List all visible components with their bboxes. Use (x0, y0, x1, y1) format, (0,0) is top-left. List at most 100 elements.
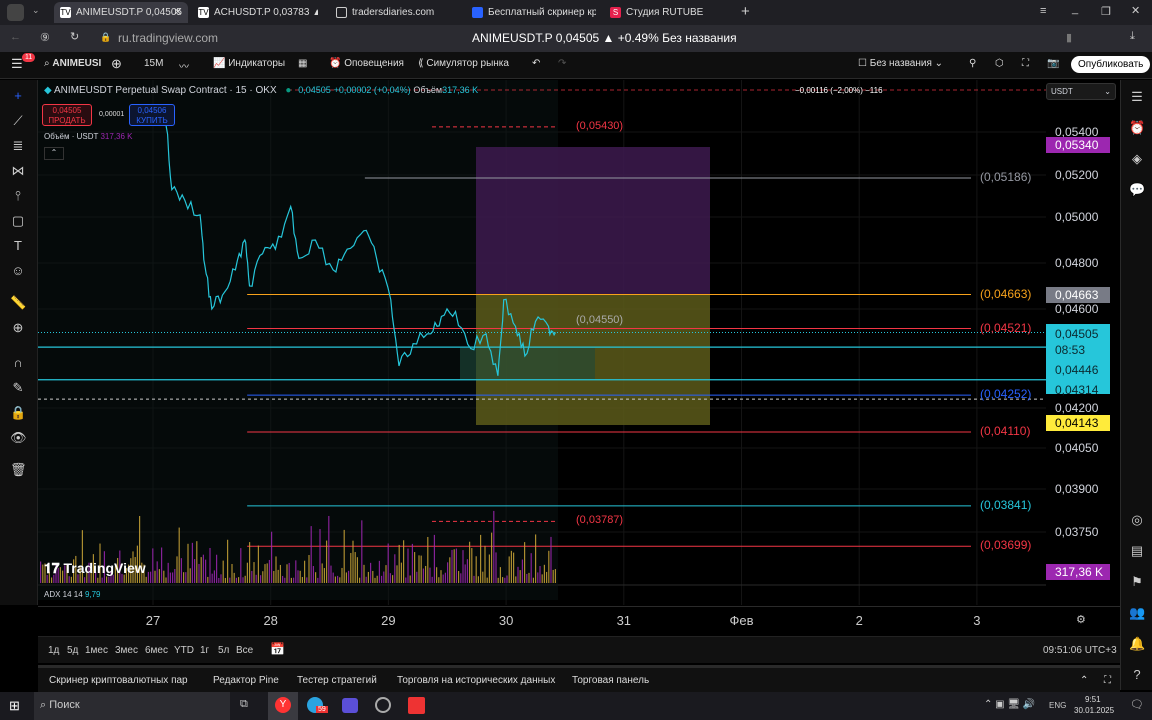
reload-icon[interactable]: ↻ (70, 30, 79, 43)
range-3[interactable]: 3мес (115, 645, 138, 656)
sell-button[interactable]: 0,04505 ПРОДАТЬ (42, 104, 92, 126)
alerts-button[interactable]: ⏰ Оповещения (329, 58, 404, 69)
taskbar-date[interactable]: 30.01.2025 (1074, 706, 1114, 715)
volume-bar (68, 576, 70, 583)
settings-icon[interactable]: ⬡ (995, 58, 1004, 69)
prediction-icon[interactable]: ⫯ (10, 188, 26, 204)
undo-button[interactable]: ↶ (532, 58, 540, 69)
bottom-tab-4[interactable]: Торговая панель (572, 675, 649, 686)
tray-icons[interactable]: ⌃ ▣ 🖥 🔊 (984, 699, 1035, 710)
chevron-down-icon[interactable]: ⌄ (32, 5, 40, 16)
publish-button[interactable]: Опубликовать (1071, 56, 1151, 73)
range-4[interactable]: 6мес (145, 645, 168, 656)
new-tab-button[interactable]: + (741, 3, 750, 20)
text-icon[interactable]: T (10, 238, 26, 254)
bottom-tab-3[interactable]: Торговля на исторических данных (397, 675, 555, 686)
collapse-legend-button[interactable]: ⌃ (44, 147, 64, 160)
history-icon[interactable]: ⑨ (40, 31, 50, 44)
taskbar-search[interactable]: ⌕ Поиск (34, 692, 230, 720)
compare-icon[interactable]: ⊕ (111, 56, 122, 72)
clock[interactable]: 09:51:06 UTC+3 (1043, 645, 1117, 656)
range-7[interactable]: 5л (218, 645, 229, 656)
fib-icon[interactable]: ≣ (10, 138, 26, 154)
interval-button[interactable]: 15M (144, 58, 163, 69)
task-view-icon[interactable]: ⧉ (240, 698, 248, 711)
range-5[interactable]: YTD (174, 645, 194, 656)
lock-drawings-icon[interactable]: 🔒 (10, 405, 26, 421)
draw-mode-icon[interactable]: ✎ (10, 380, 26, 396)
windows-start-icon[interactable]: ⊞ (9, 698, 20, 714)
download-icon[interactable]: ⤓ (1130, 30, 1135, 43)
tab-achusdt[interactable]: TVACHUSDT.P 0,03783 ▲+0 (192, 2, 318, 23)
axis-settings-icon[interactable]: ⚙ (1076, 613, 1086, 626)
range-2[interactable]: 1мес (85, 645, 108, 656)
close-window-button[interactable]: ✕ (1131, 4, 1140, 17)
replay-button[interactable]: ⟪ Симулятор рынка (418, 58, 509, 69)
flag-icon[interactable]: ⚑ (1129, 574, 1145, 590)
camera-icon[interactable]: 📷 (1047, 58, 1059, 69)
close-tab-icon[interactable]: ✕ (174, 2, 182, 23)
trend-line-icon[interactable]: ⟋ (10, 113, 26, 129)
ruler-icon[interactable]: 📏 (10, 295, 26, 311)
quick-search-icon[interactable]: ⚲ (969, 58, 976, 69)
bottom-tab-2[interactable]: Тестер стратегий (297, 675, 377, 686)
indicators-button[interactable]: 📈 Индикаторы (213, 58, 285, 69)
bookmark-icon[interactable]: ▮ (1066, 31, 1072, 44)
chart-type-icon[interactable]: 〰 (179, 58, 189, 73)
app-icon[interactable] (408, 697, 425, 714)
hamburger-menu-icon[interactable]: ☰ (11, 56, 23, 72)
minimize-button[interactable]: _ (1072, 3, 1078, 15)
layers-icon[interactable]: ◈ (1129, 151, 1145, 167)
chat-icon[interactable]: 💬 (1129, 182, 1145, 198)
alerts-icon[interactable]: ⏰ (1129, 120, 1145, 136)
pattern-icon[interactable]: ⋈ (10, 163, 26, 179)
app-icon[interactable] (342, 698, 358, 713)
shape-icon[interactable]: ▢ (10, 213, 26, 229)
notifications-icon[interactable]: 🗨 (1130, 698, 1144, 711)
maximize-panel-icon[interactable]: ⛶ (1104, 675, 1111, 686)
range-0[interactable]: 1д (48, 645, 59, 656)
layout-button[interactable]: ☐ Без названия ⌄ (858, 58, 943, 69)
restore-button[interactable]: ❐ (1101, 5, 1111, 18)
app-icon[interactable] (375, 697, 391, 713)
taskbar-time[interactable]: 9:51 (1085, 695, 1101, 704)
tab-tradersdiaries[interactable]: tradersdiaries.com (330, 2, 460, 23)
eye-icon[interactable]: 👁 (10, 430, 27, 446)
symbol-search-button[interactable]: ⌕ ANIMEUSI (44, 58, 101, 69)
emoji-icon[interactable]: ☺ (10, 263, 26, 279)
range-1[interactable]: 5д (67, 645, 78, 656)
redo-button[interactable]: ↷ (558, 58, 566, 69)
volume-bar (477, 576, 479, 583)
crosshair-icon[interactable]: + (10, 88, 26, 104)
target-icon[interactable]: ◎ (1129, 512, 1145, 528)
currency-select[interactable]: USDT ⌄ (1046, 83, 1116, 100)
time-axis[interactable]: 27 28 29 30 31 Фев 2 3 (38, 606, 1120, 634)
help-icon[interactable]: ? (1129, 667, 1145, 683)
zoom-icon[interactable]: ⊕ (10, 320, 26, 336)
collapse-panel-icon[interactable]: ⌃ (1080, 675, 1088, 686)
yandex-browser-icon[interactable]: Y (268, 692, 298, 720)
templates-icon[interactable]: ▦ (298, 58, 307, 69)
tab-animeusdt[interactable]: TV ANIMEUSDT.P 0,04505 ✕ (54, 2, 188, 23)
bottom-tab-1[interactable]: Редактор Pine (213, 675, 279, 686)
bottom-tab-0[interactable]: Скринер криптовалютных пар (49, 675, 188, 686)
magnet-icon[interactable]: ∩ (10, 355, 26, 371)
bell-icon[interactable]: 🔔 (1129, 636, 1145, 652)
language-indicator[interactable]: ENG (1049, 701, 1066, 710)
tab-rutube[interactable]: S Студия RUTUBE (604, 2, 734, 23)
url-field[interactable]: ru.tradingview.com (118, 31, 218, 45)
menu-icon[interactable]: ≡ (1040, 5, 1046, 17)
back-icon[interactable]: ← (10, 31, 21, 43)
trash-icon[interactable]: 🗑 (10, 462, 27, 478)
range-8[interactable]: Все (236, 645, 253, 656)
watchlist-icon[interactable]: ☰ (1129, 89, 1145, 105)
range-6[interactable]: 1г (200, 645, 209, 656)
browser-menu-icon[interactable] (7, 4, 24, 21)
chart-pane[interactable]: ◆ ANIMEUSDT Perpetual Swap Contract · 15… (38, 80, 1120, 605)
calendar-icon[interactable]: ▤ (1129, 543, 1145, 559)
buy-button[interactable]: 0,04506 КУПИТЬ (129, 104, 175, 126)
go-to-date-icon[interactable]: 📅 (270, 642, 285, 656)
people-icon[interactable]: 👥 (1129, 605, 1145, 621)
tab-screener[interactable]: Бесплатный скринер кри (466, 2, 596, 23)
fullscreen-icon[interactable]: ⛶ (1022, 58, 1029, 69)
